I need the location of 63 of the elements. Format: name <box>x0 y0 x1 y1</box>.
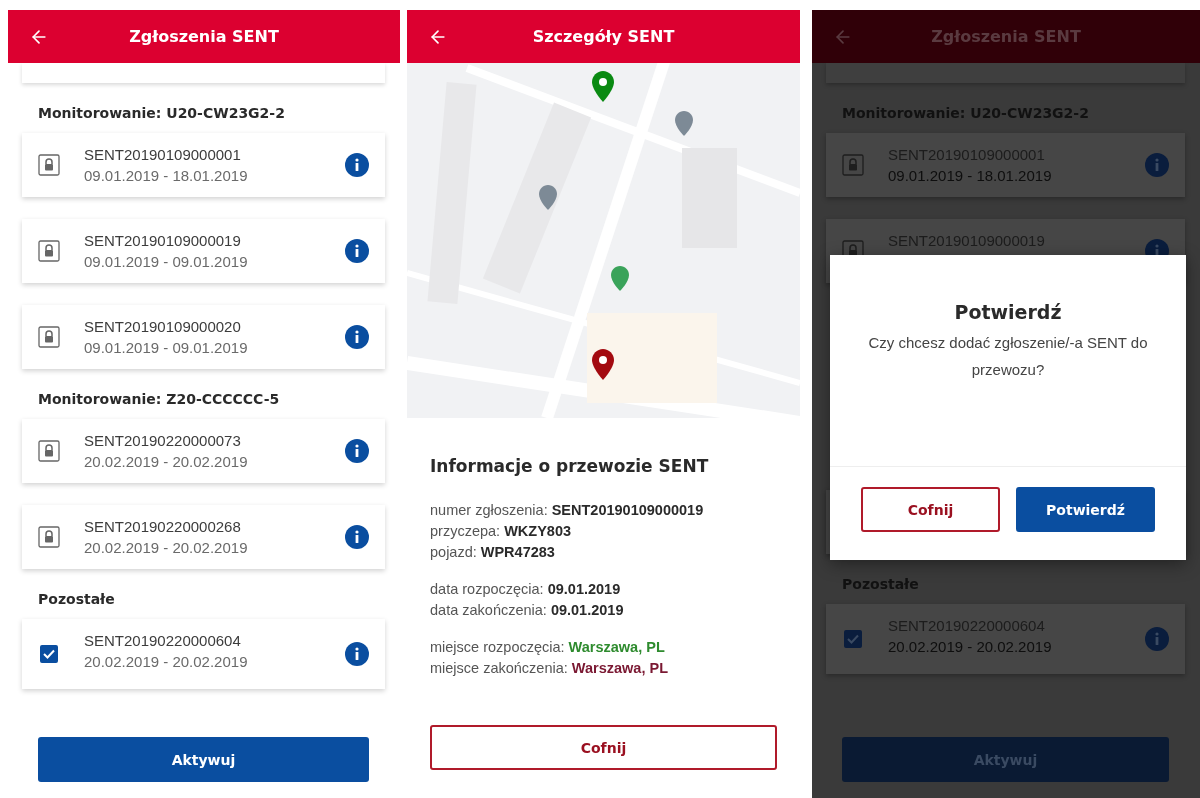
item-card[interactable]: SENT20190220000604 20.02.2019 - 20.02.2019 <box>22 619 385 689</box>
lock-icon <box>38 526 60 548</box>
info-icon[interactable] <box>345 153 369 177</box>
item-code: SENT20190220000604 <box>84 631 242 651</box>
item-code: SENT20190220000268 <box>84 517 242 537</box>
lock-icon <box>38 440 60 462</box>
info-icon[interactable] <box>345 525 369 549</box>
item-dates: 09.01.2019 - 09.01.2019 <box>84 338 249 358</box>
cancel-button[interactable]: Cofnij <box>861 487 1000 532</box>
info-value: SENT20190109000019 <box>551 501 704 520</box>
dialog-message: Czy chcesz dodać zgłoszenie/-a SENT do przewozu? <box>867 333 1149 380</box>
confirm-button[interactable]: Potwierdź <box>1016 487 1155 532</box>
section-title: Monitorowanie: Z20-CCCCCC-5 <box>37 391 281 407</box>
info-value: WPR47283 <box>480 543 555 562</box>
checkbox[interactable] <box>844 630 862 648</box>
item-card[interactable]: SENT20190109000001 09.01.2019 - 18.01.2019 <box>22 133 385 197</box>
section-title: Monitorowanie: U20-CW23G2-2 <box>37 105 286 121</box>
info-label: data rozpoczęcia: <box>430 580 544 599</box>
item-dates: 09.01.2019 - 18.01.2019 <box>888 166 1053 186</box>
header-title: Zgłoszenia SENT <box>931 27 1081 46</box>
item-code: SENT20190109000019 <box>84 231 242 251</box>
info-title: Informacje o przewozie SENT <box>430 456 710 476</box>
activate-button[interactable]: Aktywuj <box>38 737 369 782</box>
lock-icon <box>38 240 60 262</box>
info-value: 09.01.2019 <box>550 601 624 620</box>
header-title: Szczegóły SENT <box>532 27 675 46</box>
item-code: SENT20190109000001 <box>84 145 242 165</box>
info-icon[interactable] <box>345 325 369 349</box>
info-label: przyczepa: <box>430 522 501 541</box>
info-label: pojazd: <box>430 543 477 562</box>
item-card[interactable]: SENT20190109000019 09.01.2019 - 09.01.2019 <box>22 219 385 283</box>
item-dates: 20.02.2019 - 20.02.2019 <box>84 452 249 472</box>
info-icon[interactable] <box>345 239 369 263</box>
item-card[interactable]: SENT20190109000020 09.01.2019 - 09.01.2019 <box>22 305 385 369</box>
info-label: data zakończenia: <box>430 601 547 620</box>
info-value: Warszawa, PL <box>568 638 665 657</box>
lock-icon <box>38 326 60 348</box>
item-code: SENT20190220000073 <box>84 431 242 451</box>
section-title: Pozostałe <box>37 591 116 607</box>
checkbox[interactable] <box>40 645 58 663</box>
lock-icon <box>38 154 60 176</box>
lock-icon <box>842 154 864 176</box>
item-card[interactable]: SENT20190220000073 20.02.2019 - 20.02.2019 <box>22 419 385 483</box>
header-title: Zgłoszenia SENT <box>129 27 279 46</box>
info-value: WKZY803 <box>504 522 571 541</box>
dialog-title: Potwierdź <box>954 301 1062 323</box>
back-button[interactable]: Cofnij <box>430 725 777 770</box>
info-icon[interactable] <box>345 439 369 463</box>
check-icon <box>847 634 859 644</box>
item-code: SENT20190109000020 <box>84 317 242 337</box>
item-dates: 09.01.2019 - 09.01.2019 <box>84 252 249 272</box>
info-value: Warszawa, PL <box>571 659 668 678</box>
info-icon[interactable] <box>345 642 369 666</box>
item-dates: 20.02.2019 - 20.02.2019 <box>84 538 249 558</box>
item-dates: 09.01.2019 - 18.01.2019 <box>84 166 249 186</box>
info-label: miejsce zakończenia: <box>430 659 568 678</box>
check-icon <box>43 649 55 659</box>
info-value: 09.01.2019 <box>547 580 621 599</box>
info-label: miejsce rozpoczęcia: <box>430 638 565 657</box>
info-label: numer zgłoszenia: <box>430 501 548 520</box>
item-card[interactable]: SENT20190220000268 20.02.2019 - 20.02.2019 <box>22 505 385 569</box>
item-dates: 20.02.2019 - 20.02.2019 <box>888 637 1053 657</box>
item-dates: 20.02.2019 - 20.02.2019 <box>84 652 249 672</box>
